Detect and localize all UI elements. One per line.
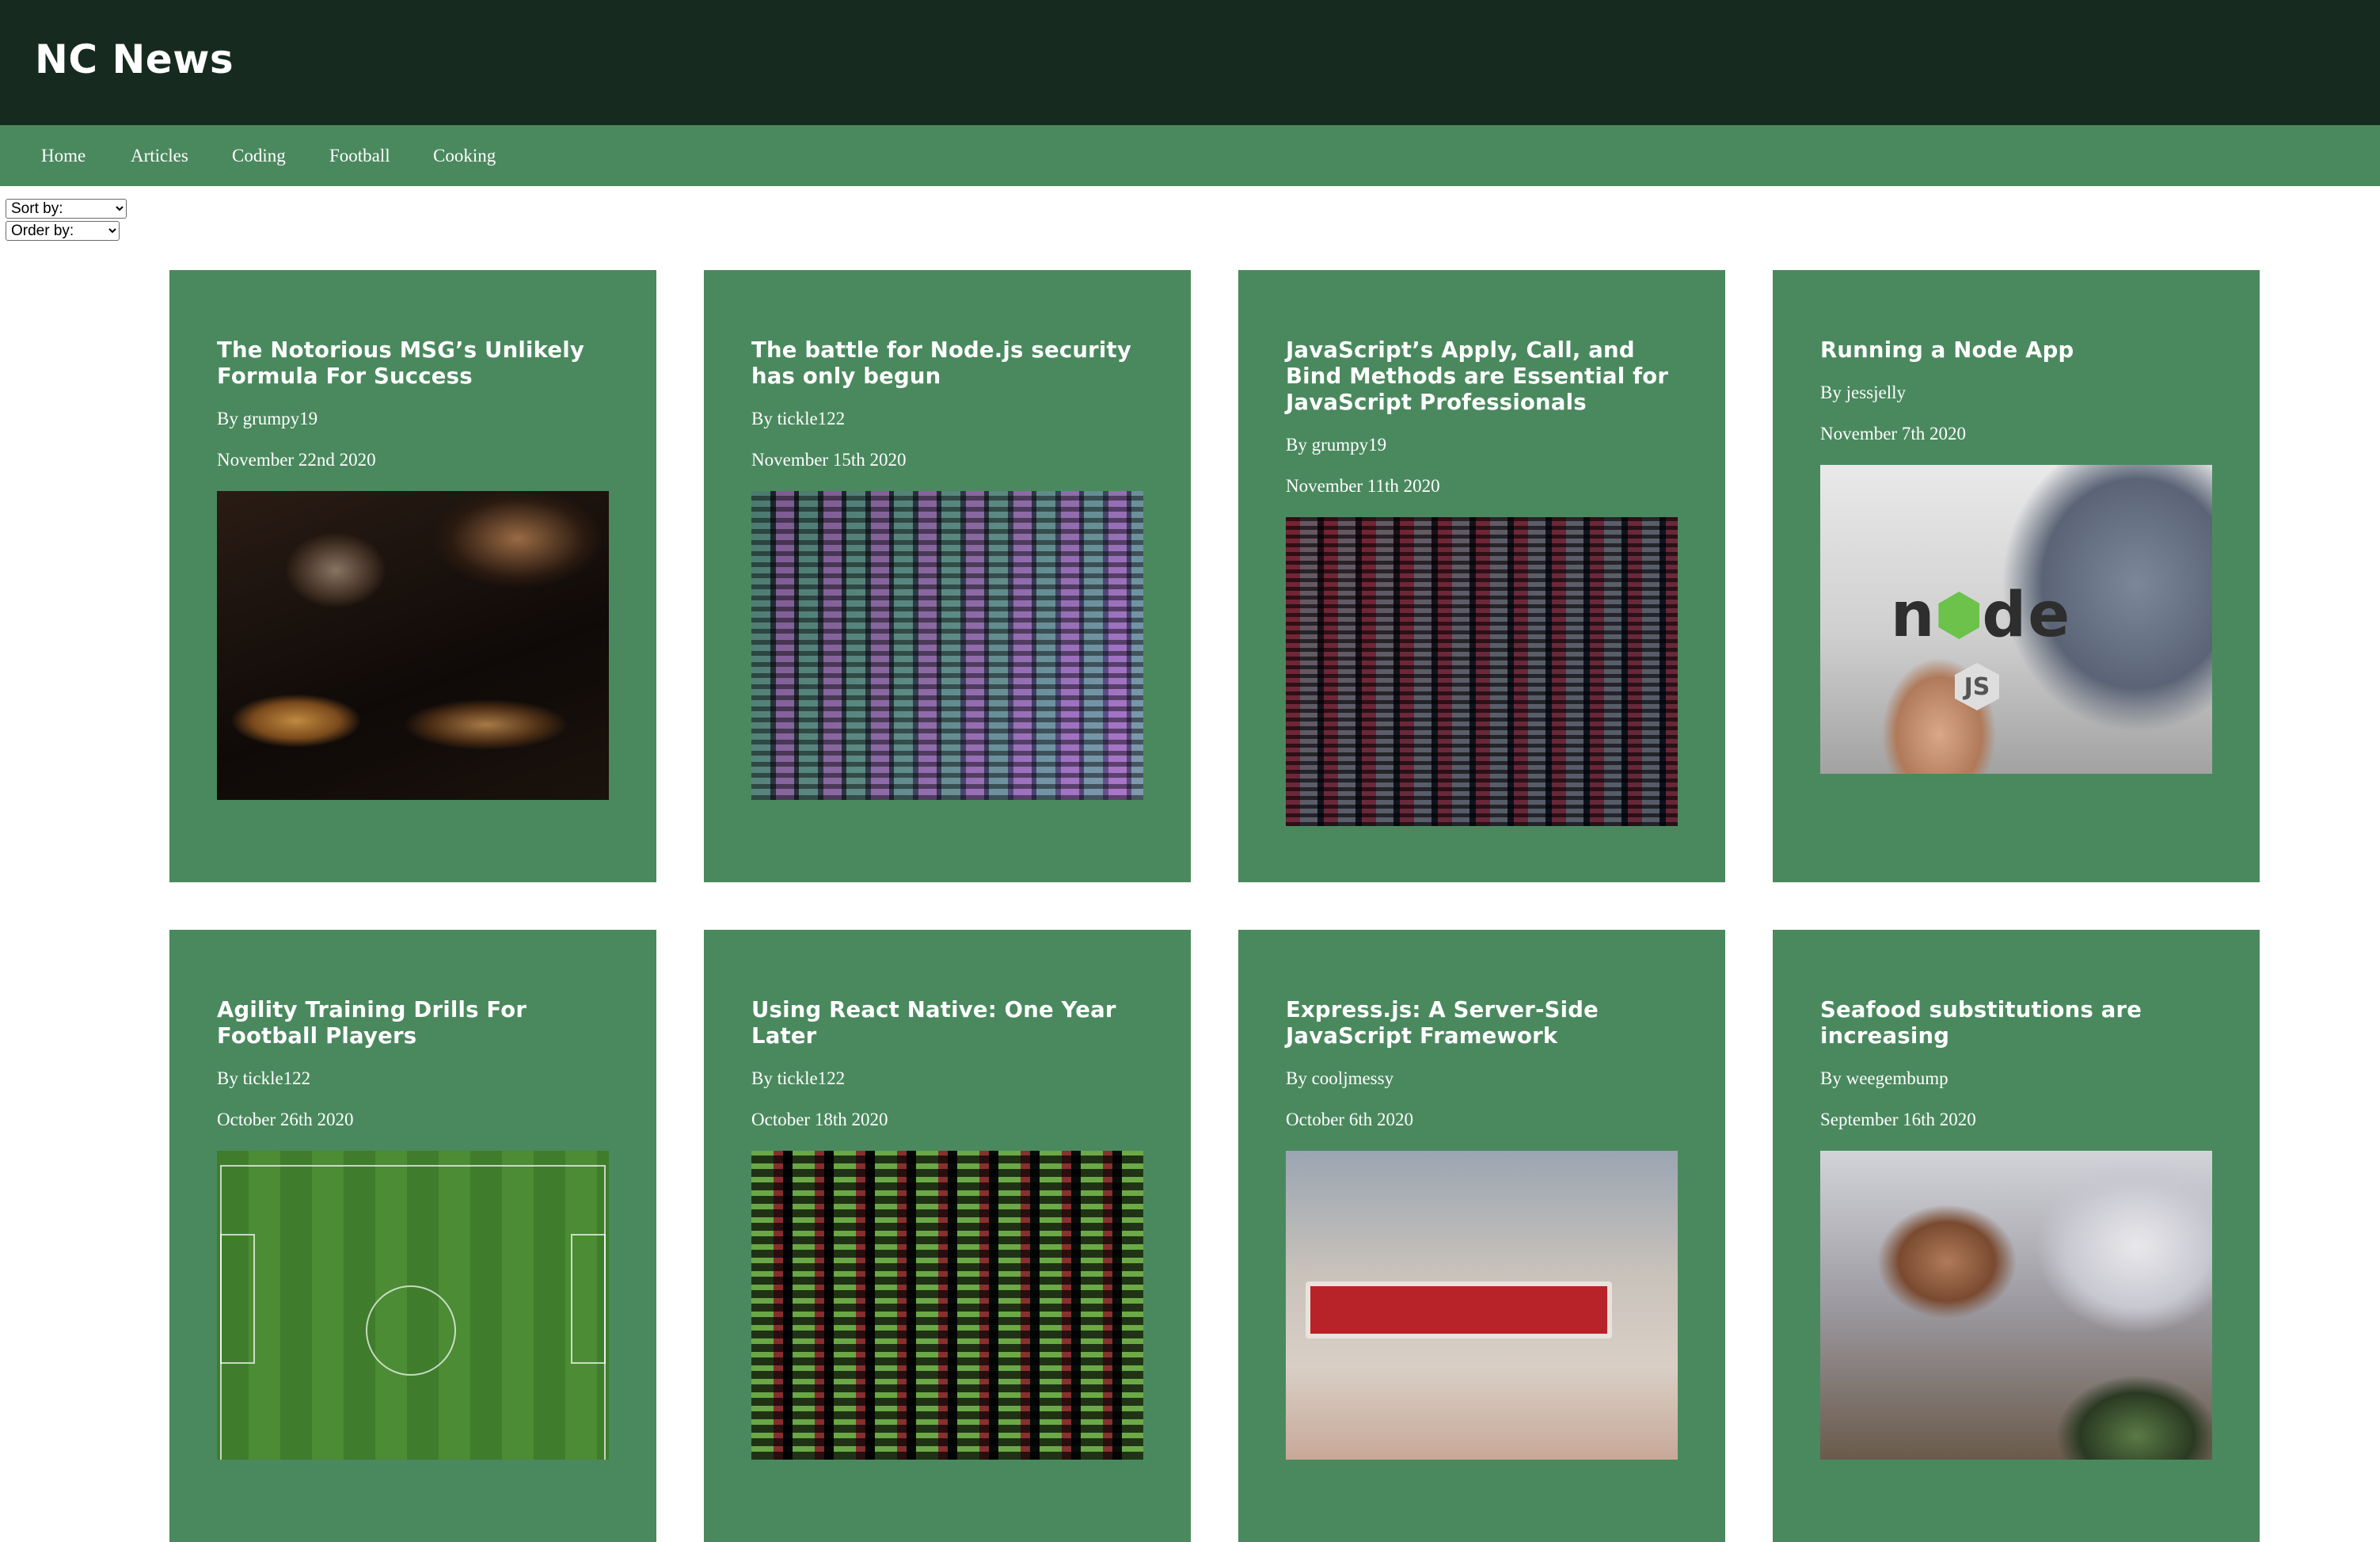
site-title[interactable]: NC News <box>35 32 234 87</box>
article-date: November 22nd 2020 <box>217 450 376 470</box>
article-title[interactable]: Express.js: A Server-Side JavaScript Fra… <box>1286 997 1678 1049</box>
article-author: By cooljmessy <box>1286 1068 1394 1088</box>
article-card[interactable]: JavaScript’s Apply, Call, and Bind Metho… <box>1238 270 1725 882</box>
nodejs-sticker-photo-icon: n de JS <box>1820 465 2212 774</box>
cooking-photo-icon <box>217 491 609 800</box>
code-screen-photo-icon <box>751 491 1143 800</box>
article-card[interactable]: Agility Training Drills For Football Pla… <box>169 930 656 1542</box>
nav-bar: Home Articles Coding Football Cooking <box>0 125 2380 186</box>
article-date: September 16th 2020 <box>1820 1110 1976 1129</box>
article-date: October 26th 2020 <box>217 1110 354 1129</box>
code-screen-photo-icon <box>751 1151 1143 1460</box>
article-author: By weegembump <box>1820 1068 1948 1088</box>
article-date: October 18th 2020 <box>751 1110 888 1129</box>
article-author: By grumpy19 <box>1286 435 1387 455</box>
article-author: By tickle122 <box>751 1068 846 1088</box>
article-date: October 6th 2020 <box>1286 1110 1413 1129</box>
article-title[interactable]: JavaScript’s Apply, Call, and Bind Metho… <box>1286 337 1678 416</box>
article-title[interactable]: The Notorious MSG’s Unlikely Formula For… <box>217 337 609 390</box>
code-screen-photo-icon <box>1286 517 1678 826</box>
article-card[interactable]: Using React Native: One Year Later By ti… <box>704 930 1191 1542</box>
article-title[interactable]: Seafood substitutions are increasing <box>1820 997 2212 1049</box>
article-title[interactable]: Agility Training Drills For Football Pla… <box>217 997 609 1049</box>
article-title[interactable]: The battle for Node.js security has only… <box>751 337 1143 390</box>
nav-link-cooking[interactable]: Cooking <box>433 125 496 186</box>
article-date: November 7th 2020 <box>1820 424 1966 444</box>
article-card[interactable]: The Notorious MSG’s Unlikely Formula For… <box>169 270 656 882</box>
sort-controls: Sort by: Order by: <box>6 199 127 243</box>
article-author: By jessjelly <box>1820 383 1906 402</box>
nav-link-home[interactable]: Home <box>41 125 86 186</box>
sign-photo-icon <box>1286 1151 1678 1460</box>
article-date: November 11th 2020 <box>1286 476 1440 496</box>
nav-link-articles[interactable]: Articles <box>131 125 188 186</box>
article-card[interactable]: The battle for Node.js security has only… <box>704 270 1191 882</box>
nodejs-logo-icon: n de <box>1890 580 2072 651</box>
site-header: NC News <box>0 0 2380 125</box>
js-hexagon-icon: JS <box>1955 663 1999 710</box>
seafood-cooking-photo-icon <box>1820 1151 2212 1460</box>
red-sign-icon <box>1306 1281 1612 1338</box>
article-author: By grumpy19 <box>217 409 318 428</box>
nav-link-football[interactable]: Football <box>329 125 390 186</box>
article-date: November 15th 2020 <box>751 450 907 470</box>
article-card[interactable]: Running a Node App By jessjelly November… <box>1773 270 2260 882</box>
article-card[interactable]: Express.js: A Server-Side JavaScript Fra… <box>1238 930 1725 1542</box>
article-author: By tickle122 <box>751 409 846 428</box>
football-pitch-photo-icon <box>217 1151 609 1460</box>
article-author: By tickle122 <box>217 1068 311 1088</box>
order-by-select[interactable]: Order by: <box>6 221 120 241</box>
article-grid: The Notorious MSG’s Unlikely Formula For… <box>169 270 2260 1542</box>
sort-by-select[interactable]: Sort by: <box>6 199 127 219</box>
article-card[interactable]: Seafood substitutions are increasing By … <box>1773 930 2260 1542</box>
nav-link-coding[interactable]: Coding <box>232 125 286 186</box>
article-title[interactable]: Using React Native: One Year Later <box>751 997 1143 1049</box>
article-title[interactable]: Running a Node App <box>1820 337 2212 364</box>
